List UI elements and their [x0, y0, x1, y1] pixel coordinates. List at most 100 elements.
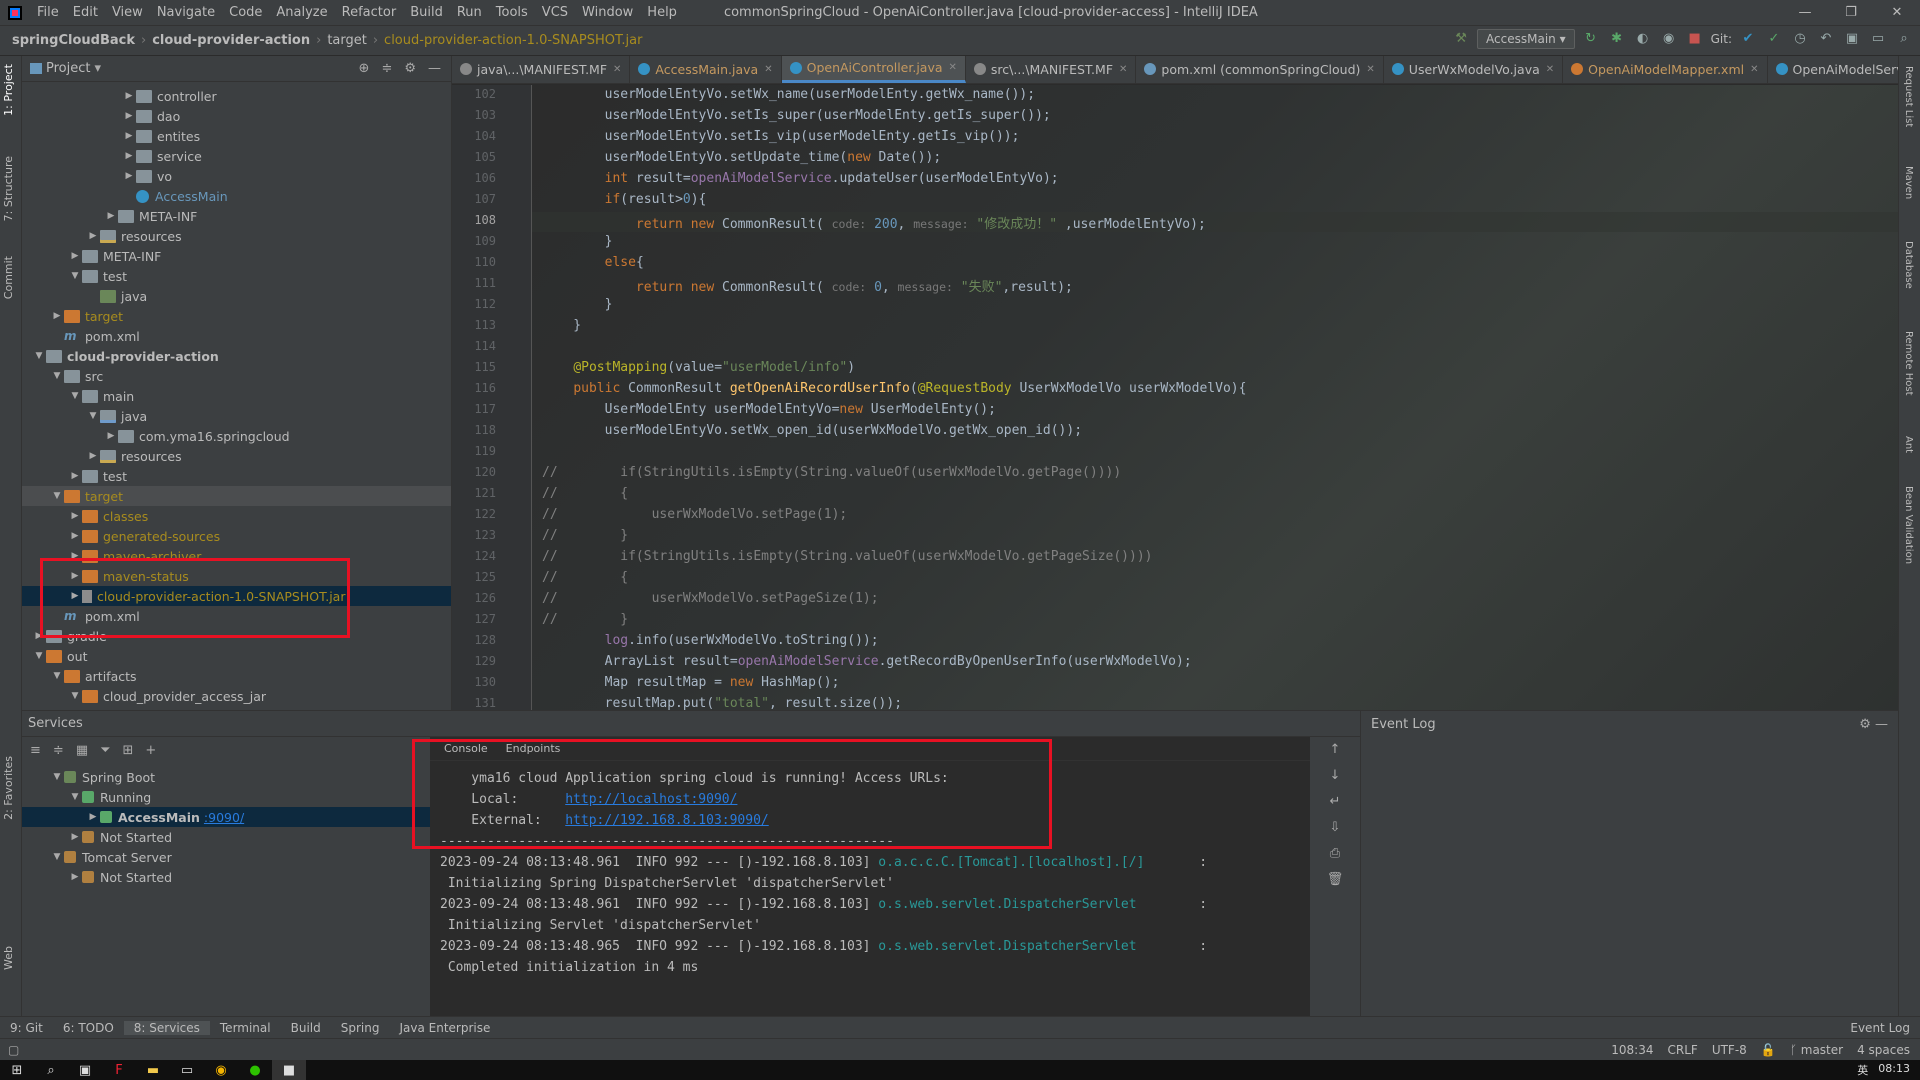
- cursor-position[interactable]: 108:34: [1611, 1043, 1653, 1057]
- tab-bean-validation[interactable]: Bean Validation: [1903, 486, 1914, 564]
- breadcrumb-target[interactable]: target: [323, 33, 371, 48]
- presentation-icon[interactable]: ▭: [1868, 29, 1888, 49]
- terminal-icon[interactable]: ▭: [170, 1060, 204, 1080]
- tree-item[interactable]: ▶ entites: [22, 126, 451, 146]
- menu-navigate[interactable]: Navigate: [150, 5, 222, 20]
- tree-item[interactable]: ▼ artifacts: [22, 666, 451, 686]
- group-icon[interactable]: ▦: [76, 743, 88, 758]
- tree-item[interactable]: ▶ resources: [22, 446, 451, 466]
- menu-file[interactable]: File: [30, 5, 66, 20]
- bottom-tab[interactable]: 6: TODO: [53, 1021, 124, 1035]
- close-tab-icon[interactable]: ✕: [1366, 64, 1374, 75]
- chevron-down-icon[interactable]: ▼: [68, 391, 82, 401]
- code-line[interactable]: public CommonResult getOpenAiRecordUserI…: [542, 381, 1246, 396]
- tree-item[interactable]: ▶ generated-sources: [22, 526, 451, 546]
- close-tab-icon[interactable]: ✕: [1119, 64, 1127, 75]
- tree-item[interactable]: ▼ src: [22, 366, 451, 386]
- add-icon[interactable]: +: [145, 743, 156, 758]
- code-line[interactable]: else{: [542, 255, 644, 270]
- git-branch[interactable]: ᚴ master: [1790, 1043, 1843, 1057]
- chevron-down-icon[interactable]: ▼: [32, 651, 46, 661]
- editor-tab[interactable]: UserWxModelVo.java ✕: [1384, 56, 1564, 83]
- menu-code[interactable]: Code: [222, 5, 269, 20]
- tree-item[interactable]: ▶ resources: [22, 226, 451, 246]
- tree-item[interactable]: ▼ out: [22, 646, 451, 666]
- tree-item[interactable]: ▶ test: [22, 466, 451, 486]
- breadcrumb-project[interactable]: springCloudBack: [8, 33, 139, 48]
- chevron-right-icon[interactable]: ▶: [122, 91, 136, 101]
- search-icon[interactable]: ⌕: [34, 1060, 68, 1080]
- editor-tab[interactable]: AccessMain.java ✕: [630, 56, 782, 83]
- rollback-icon[interactable]: ↶: [1816, 29, 1836, 49]
- git-update-icon[interactable]: ✔: [1738, 29, 1758, 49]
- code-line[interactable]: // userWxModelVo.setPage(1);: [542, 507, 847, 522]
- service-item[interactable]: ▼ Tomcat Server: [22, 847, 430, 867]
- indent-setting[interactable]: 4 spaces: [1857, 1043, 1910, 1057]
- project-structure-icon[interactable]: ▣: [1842, 29, 1862, 49]
- filter-icon[interactable]: ⏷: [100, 743, 110, 758]
- trash-icon[interactable]: 🗑: [1310, 867, 1360, 893]
- service-item[interactable]: ▼ Running: [22, 787, 430, 807]
- code-line[interactable]: // {: [542, 570, 628, 585]
- bottom-tab[interactable]: 8: Services: [123, 1020, 210, 1035]
- chevron-right-icon[interactable]: ▶: [68, 872, 82, 882]
- tree-item[interactable]: ▶ dao: [22, 106, 451, 126]
- up-arrow-icon[interactable]: ↑: [1310, 737, 1360, 763]
- tab-commit[interactable]: Commit: [2, 256, 15, 299]
- code-line[interactable]: if(result>0){: [542, 192, 707, 207]
- service-item[interactable]: ▼ Spring Boot: [22, 767, 430, 787]
- tab-structure[interactable]: 7: Structure: [2, 156, 15, 221]
- chevron-down-icon[interactable]: ▼: [32, 351, 46, 361]
- gear-icon[interactable]: ⚙ —: [1859, 717, 1898, 732]
- chevron-down-icon[interactable]: ▼: [50, 671, 64, 681]
- soft-wrap-icon[interactable]: ↵: [1310, 789, 1360, 815]
- menu-run[interactable]: Run: [450, 5, 489, 20]
- tree-item[interactable]: ▶ vo: [22, 166, 451, 186]
- print-icon[interactable]: ⎙: [1310, 841, 1360, 867]
- ime-indicator[interactable]: 英: [1857, 1062, 1868, 1078]
- code-line[interactable]: userModelEntyVo.setIs_super(userModelEnt…: [542, 108, 1051, 123]
- tree-item[interactable]: ▶ service: [22, 146, 451, 166]
- tab-ant[interactable]: Ant: [1903, 436, 1914, 453]
- chrome-icon[interactable]: ◉: [204, 1060, 238, 1080]
- tree-item[interactable]: ▼ test: [22, 266, 451, 286]
- tab-remote-host[interactable]: Remote Host: [1903, 331, 1914, 396]
- tree-item[interactable]: ▼ cloud-provider-action: [22, 346, 451, 366]
- menu-analyze[interactable]: Analyze: [269, 5, 334, 20]
- menu-view[interactable]: View: [105, 5, 150, 20]
- breadcrumb-jar[interactable]: cloud-provider-action-1.0-SNAPSHOT.jar: [380, 33, 646, 48]
- clock[interactable]: 08:13: [1878, 1062, 1910, 1078]
- editor-tab[interactable]: pom.xml (commonSpringCloud) ✕: [1136, 56, 1384, 83]
- code-line[interactable]: userModelEntyVo.setUpdate_time(new Date(…: [542, 150, 942, 165]
- chevron-down-icon[interactable]: ▼: [68, 271, 82, 281]
- new-tab-icon[interactable]: ⊞: [123, 743, 134, 758]
- chevron-right-icon[interactable]: ▶: [122, 111, 136, 121]
- git-commit-icon[interactable]: ✓: [1764, 29, 1784, 49]
- project-panel-title[interactable]: Project: [46, 61, 90, 76]
- tree-item[interactable]: AccessMain: [22, 186, 451, 206]
- code-line[interactable]: userModelEntyVo.setWx_open_id(userWxMode…: [542, 423, 1082, 438]
- tree-item[interactable]: ▶ com.yma16.springcloud: [22, 426, 451, 446]
- menu-vcs[interactable]: VCS: [535, 5, 575, 20]
- tab-project[interactable]: 1: Project: [2, 64, 15, 116]
- chevron-right-icon[interactable]: ▶: [68, 471, 82, 481]
- layout-icon[interactable]: ▢: [0, 1043, 19, 1057]
- chevron-right-icon[interactable]: ▶: [86, 451, 100, 461]
- close-tab-icon[interactable]: ✕: [1750, 64, 1758, 75]
- tree-item[interactable]: ▶ META-INF: [22, 206, 451, 226]
- chevron-right-icon[interactable]: ▶: [122, 171, 136, 181]
- code-line[interactable]: @PostMapping(value="userModel/info"): [542, 360, 855, 375]
- editor-tab[interactable]: OpenAiController.java ✕: [781, 56, 966, 83]
- code-view[interactable]: 102 userModelEntyVo.setWx_name(userModel…: [452, 85, 1898, 710]
- search-icon[interactable]: ⌕: [1894, 29, 1914, 49]
- menu-tools[interactable]: Tools: [489, 5, 535, 20]
- menu-build[interactable]: Build: [403, 5, 450, 20]
- code-line[interactable]: int result=openAiModelService.updateUser…: [542, 171, 1059, 186]
- minimize-icon[interactable]: —: [1782, 0, 1828, 26]
- chevron-right-icon[interactable]: ▶: [50, 311, 64, 321]
- scroll-to-end-icon[interactable]: ⇩: [1310, 815, 1360, 841]
- chevron-right-icon[interactable]: ▶: [68, 251, 82, 261]
- coverage-icon[interactable]: ◐: [1633, 29, 1653, 49]
- menu-help[interactable]: Help: [640, 5, 684, 20]
- tree-item[interactable]: ▼ target: [22, 486, 451, 506]
